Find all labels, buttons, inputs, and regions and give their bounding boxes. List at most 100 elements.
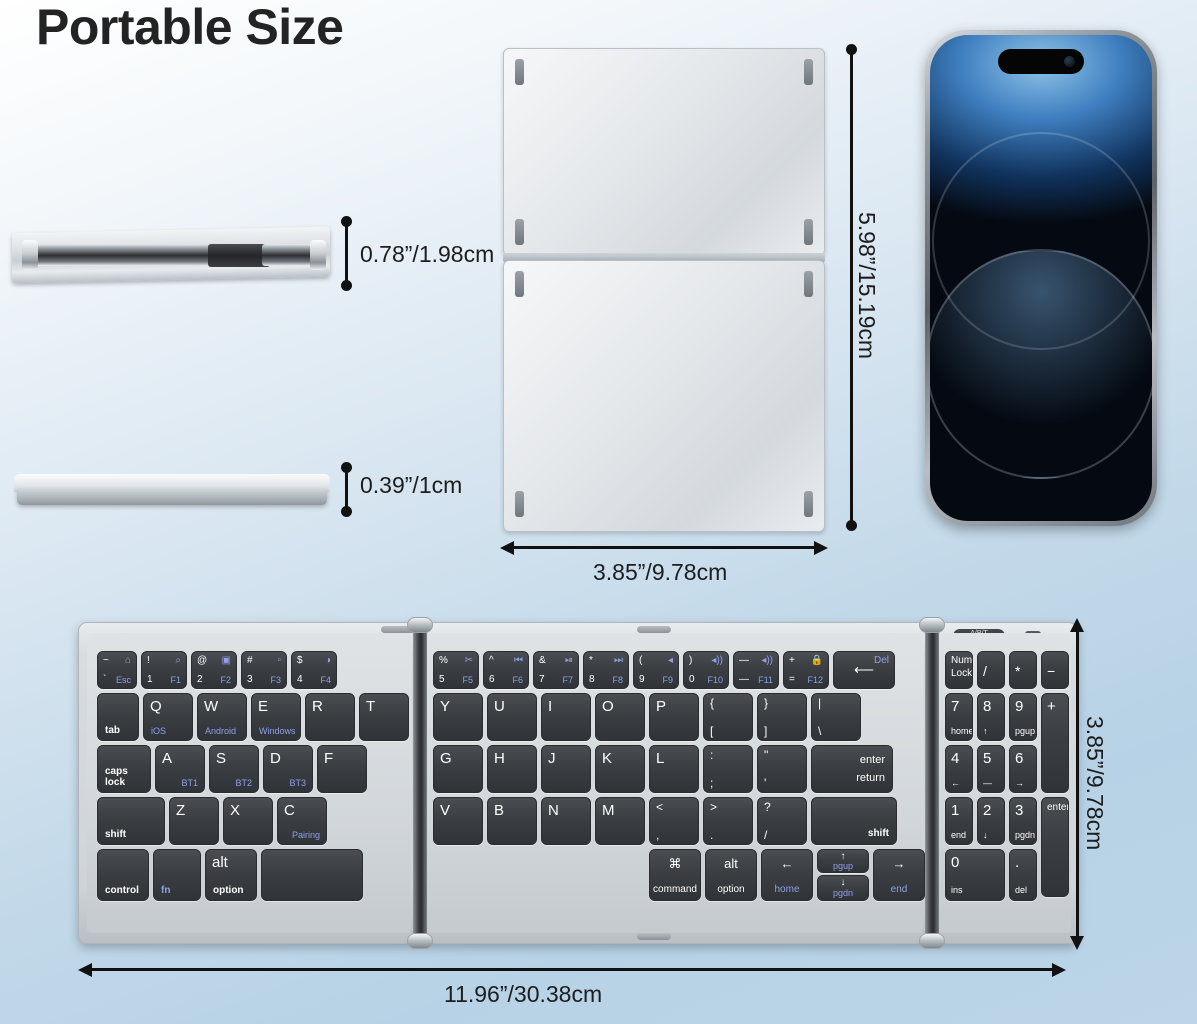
key-a[interactable]: A BT1 <box>155 745 205 793</box>
key-fn-f5[interactable]: % ✂ 5 F5 <box>433 651 479 689</box>
key-x[interactable]: X <box>223 797 273 845</box>
key-r[interactable]: R <box>305 693 355 741</box>
key-numpad-1[interactable]: 1 end <box>945 797 973 845</box>
key-numpad-4[interactable]: 4 ← <box>945 745 973 793</box>
key-numpad-zero[interactable]: 0 ins <box>945 849 1005 901</box>
key-b[interactable]: B <box>487 797 537 845</box>
key-icon-media: ◂)) <box>761 655 773 666</box>
key-l[interactable]: L <box>649 745 699 793</box>
key-legend-upper: ? <box>764 800 771 814</box>
key-legend-fn: F5 <box>462 675 473 685</box>
key-'[interactable]: " ' <box>757 745 807 793</box>
key-pgdn[interactable]: ↓ pgdn <box>817 875 869 901</box>
key-legend-fn: Esc <box>115 675 131 685</box>
key-end[interactable]: → end <box>873 849 925 901</box>
key-i[interactable]: I <box>541 693 591 741</box>
key-numpad-6[interactable]: 6 → <box>1009 745 1037 793</box>
key-d[interactable]: D BT3 <box>263 745 313 793</box>
key-legend-shift: & <box>539 655 546 666</box>
key-legend-main: Z <box>176 802 186 819</box>
key-fn-f10[interactable]: ) ◂)) 0 F10 <box>683 651 729 689</box>
key-[[interactable]: {[ <box>703 693 753 741</box>
key-fn-f1[interactable]: ! ⌕ 1 F1 <box>141 651 187 689</box>
key-\[interactable]: | \ <box>811 693 861 741</box>
key-shift-right[interactable]: shift <box>811 797 897 845</box>
key-][interactable]: }] <box>757 693 807 741</box>
key-numpad-5[interactable]: 5— <box>977 745 1005 793</box>
key-fn-esc[interactable]: ~ ⌂ ` Esc <box>97 651 137 689</box>
key-numpad-*[interactable]: * <box>1009 651 1037 689</box>
dim-dot-bottom-2 <box>341 506 352 517</box>
key-z[interactable]: Z <box>169 797 219 845</box>
key-numpad-3[interactable]: 3 pgdn <box>1009 797 1037 845</box>
unfolded-keyboard: A/B/T ~⌂`Esc!⌕1F1@▣2F2#▫3F3$◑4F4tabQiOSW… <box>78 617 1078 949</box>
key-q[interactable]: QiOS <box>143 693 193 741</box>
key-fn-f6[interactable]: ^ ⏮ 6 F6 <box>483 651 529 689</box>
key-fn-f11[interactable]: — ◂)) — F11 <box>733 651 779 689</box>
key-legend-name: caps lock <box>105 766 128 788</box>
key-e[interactable]: E Windows <box>251 693 301 741</box>
key-/[interactable]: ? / <box>757 797 807 845</box>
key-fn-f2[interactable]: @ ▣ 2 F2 <box>191 651 237 689</box>
dim-label-thickness-flat: 0.39”/1cm <box>360 472 463 498</box>
key-fn-f9[interactable]: (◂ 9 F9 <box>633 651 679 689</box>
key-numpad-9[interactable]: 9 pgup <box>1009 693 1037 741</box>
key-o[interactable]: O <box>595 693 645 741</box>
key-enter[interactable]: enter return <box>811 745 893 793</box>
key-numpad-7[interactable]: 7 home <box>945 693 973 741</box>
key-shift[interactable]: shift <box>97 797 165 845</box>
key-h[interactable]: H <box>487 745 537 793</box>
key-fn[interactable]: fn <box>153 849 201 901</box>
key-s[interactable]: S BT2 <box>209 745 259 793</box>
key-command[interactable]: ⌘ command <box>649 849 701 901</box>
key-.[interactable]: >. <box>703 797 753 845</box>
key-fn-f4[interactable]: $ ◑ 4 F4 <box>291 651 337 689</box>
key-space3[interactable] <box>261 849 363 901</box>
key-legend-bt: BT1 <box>181 778 198 788</box>
key-numpad-numlock[interactable]: Num Lock <box>945 651 973 689</box>
key-numpad-/[interactable]: / <box>977 651 1005 689</box>
key-legend-upper: | <box>818 696 822 710</box>
key-m[interactable]: M <box>595 797 645 845</box>
key-legend-main: B <box>494 802 505 819</box>
key-v[interactable]: V <box>433 797 483 845</box>
key-legend-main: O <box>602 698 614 715</box>
key-caps-lock[interactable]: caps lock <box>97 745 151 793</box>
key-fn-backspace[interactable]: Del ⟵ <box>833 651 895 689</box>
key-legend-shift: $ <box>297 655 303 666</box>
key-legend-main: 6 <box>1015 750 1024 767</box>
key-option[interactable]: alt option <box>205 849 257 901</box>
key-home[interactable]: ← home <box>761 849 813 901</box>
key-control[interactable]: control <box>97 849 149 901</box>
key-y[interactable]: Y <box>433 693 483 741</box>
key-t[interactable]: T <box>359 693 409 741</box>
key-legend-fn: F7 <box>562 675 573 685</box>
key-numpad-8[interactable]: 8 ↑ <box>977 693 1005 741</box>
key-g[interactable]: G <box>433 745 483 793</box>
key-numpad-2[interactable]: 2 ↓ <box>977 797 1005 845</box>
key-option[interactable]: alt option <box>705 849 757 901</box>
key-u[interactable]: U <box>487 693 537 741</box>
key-n[interactable]: N <box>541 797 591 845</box>
key-numpad-+[interactable]: + <box>1041 693 1069 793</box>
key-k[interactable]: K <box>595 745 645 793</box>
key-f[interactable]: F <box>317 745 367 793</box>
key-fn-f7[interactable]: & ⏯ 7 F7 <box>533 651 579 689</box>
key-p[interactable]: P <box>649 693 699 741</box>
key-;[interactable]: :; <box>703 745 753 793</box>
key-fn-f8[interactable]: * ⏭ 8 F8 <box>583 651 629 689</box>
key-fn-f12[interactable]: + 🔒 = F12 <box>783 651 829 689</box>
key-legend-upper: ⌘ <box>668 856 682 871</box>
key-legend-main: 1 <box>951 802 960 819</box>
key-fn-f3[interactable]: # ▫ 3 F3 <box>241 651 287 689</box>
key-tab[interactable]: tab <box>97 693 139 741</box>
key-numpad-decimal[interactable]: . del <box>1009 849 1037 901</box>
key-numpad-−[interactable]: − <box>1041 651 1069 689</box>
key-numpad-enter[interactable]: enter <box>1041 797 1069 897</box>
key-pgup[interactable]: ↑ pgup <box>817 849 869 873</box>
key-j[interactable]: J <box>541 745 591 793</box>
key-,[interactable]: <, <box>649 797 699 845</box>
key-c[interactable]: C Pairing <box>277 797 327 845</box>
key-legend-base: 7 <box>539 674 545 685</box>
key-w[interactable]: W Android <box>197 693 247 741</box>
